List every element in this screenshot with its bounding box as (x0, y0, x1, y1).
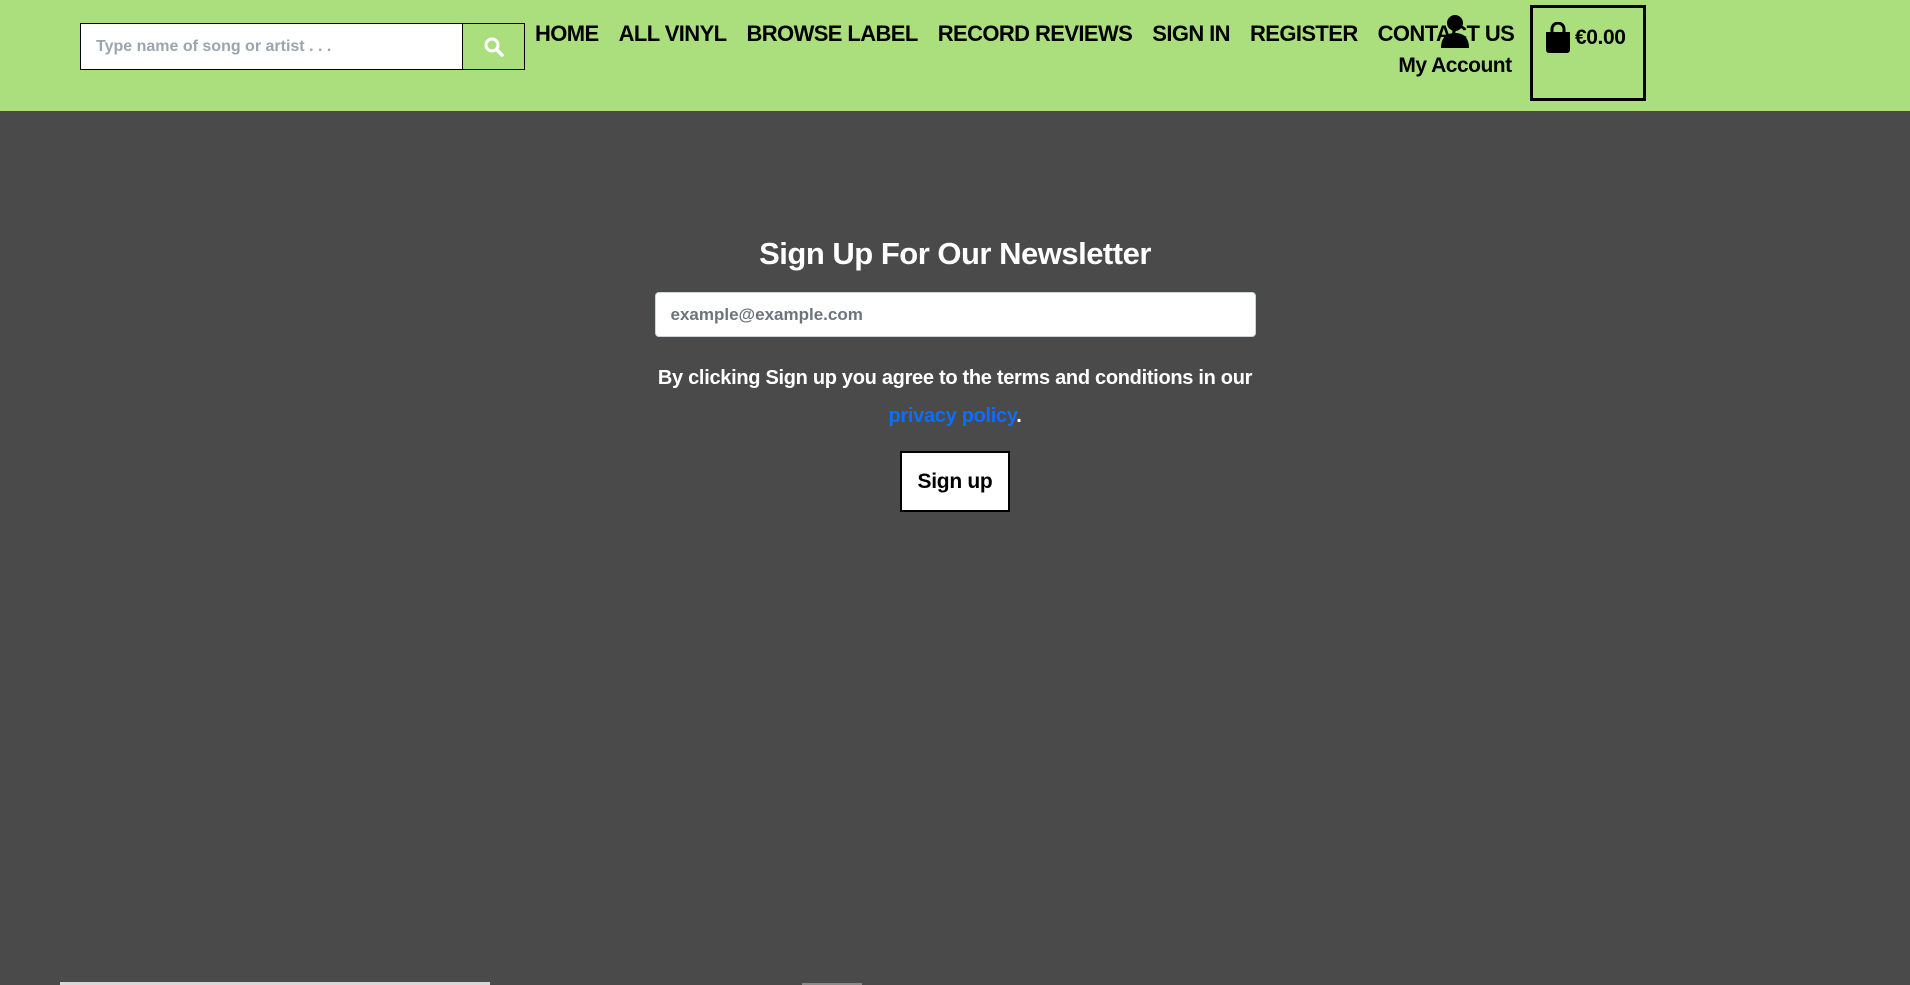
newsletter-title: Sign Up For Our Newsletter (759, 236, 1151, 271)
nav-browse-label[interactable]: BROWSE LABEL (746, 18, 918, 50)
nav-home[interactable]: HOME (535, 18, 599, 50)
nav-sign-in[interactable]: SIGN IN (1152, 18, 1230, 50)
sign-up-button[interactable]: Sign up (900, 451, 1010, 512)
terms-text: By clicking Sign up you agree to the ter… (657, 367, 1253, 389)
terms-suffix: . (1016, 405, 1022, 427)
main-nav: HOME ALL VINYL BROWSE LABEL RECORD REVIE… (535, 18, 1534, 50)
my-account-label: My Account (1398, 54, 1512, 77)
search-icon (484, 37, 504, 57)
shopping-bag-icon (1546, 22, 1570, 53)
search-button[interactable] (463, 24, 524, 69)
newsletter-terms: By clicking Sign up you agree to the ter… (645, 359, 1265, 435)
search-form (80, 23, 525, 70)
nav-all-vinyl[interactable]: ALL VINYL (619, 18, 727, 50)
newsletter-email-input[interactable] (654, 292, 1256, 337)
privacy-policy-link[interactable]: privacy policy (889, 405, 1017, 427)
nav-register[interactable]: REGISTER (1250, 18, 1358, 50)
search-input[interactable] (81, 24, 463, 69)
my-account-link[interactable]: My Account (1395, 14, 1515, 78)
newsletter-section: Sign Up For Our Newsletter By clicking S… (0, 230, 1910, 512)
cart-button[interactable]: €0.00 (1530, 5, 1646, 101)
site-header: HOME ALL VINYL BROWSE LABEL RECORD REVIE… (0, 0, 1910, 111)
user-icon (1441, 15, 1469, 48)
nav-record-reviews[interactable]: RECORD REVIEWS (938, 18, 1133, 50)
cart-total: €0.00 (1575, 26, 1626, 49)
